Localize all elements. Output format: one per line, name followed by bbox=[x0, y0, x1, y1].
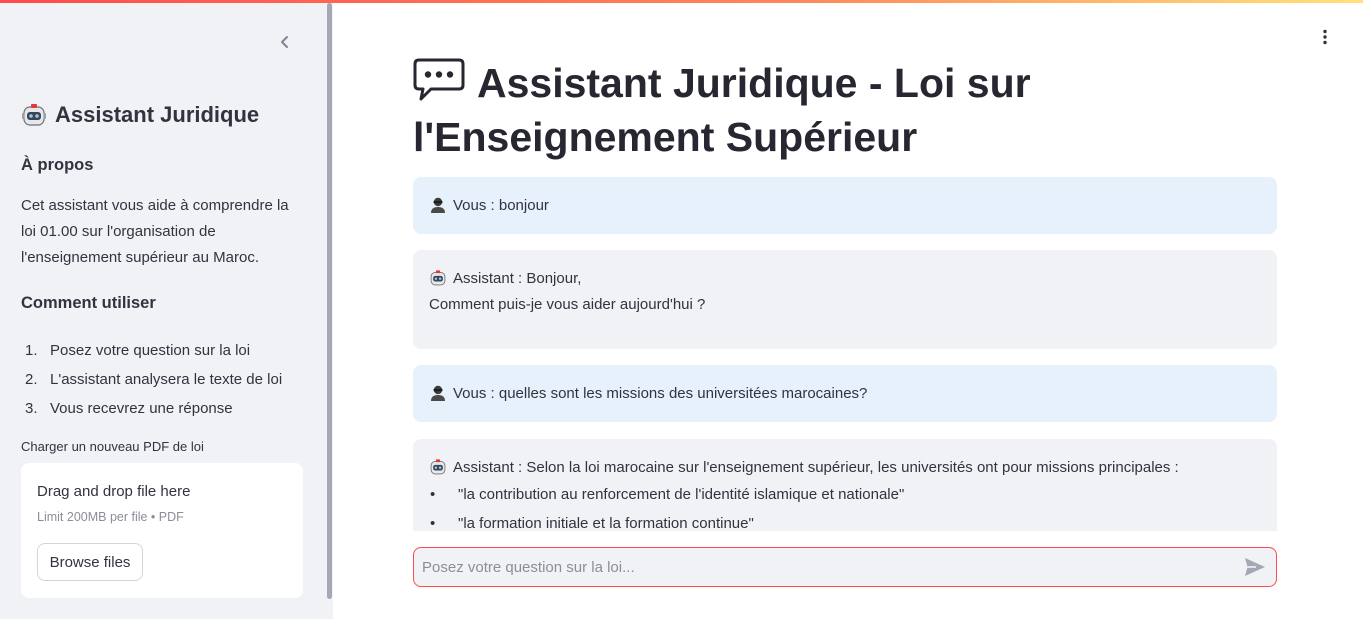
step-text: L'assistant analysera le texte de loi bbox=[50, 371, 283, 388]
bullet-dot: • bbox=[430, 515, 436, 531]
step-number: 2. bbox=[25, 371, 38, 388]
chat-message-user: Vous : quelles sont les missions des uni… bbox=[413, 365, 1277, 422]
sidebar-title: Assistant Juridique bbox=[21, 102, 259, 128]
message-text: Assistant : Bonjour, bbox=[453, 269, 582, 287]
page-title-text: Assistant Juridique - Loi sur l'Enseigne… bbox=[413, 60, 1031, 160]
step-text: Posez votre question sur la loi bbox=[50, 342, 251, 359]
chat-message-assistant: Assistant : Bonjour, Comment puis-je vou… bbox=[413, 250, 1277, 349]
chevron-left-icon[interactable] bbox=[276, 33, 294, 51]
speech-bubble-icon bbox=[413, 58, 465, 101]
howto-steps: 1. Posez votre question sur la loi 2. L'as… bbox=[21, 336, 282, 423]
howto-heading: Comment utiliser bbox=[21, 294, 156, 312]
sidebar: Assistant Juridique À propos Cet assista… bbox=[0, 3, 333, 619]
dropzone-limit: Limit 200MB per file • PDF bbox=[37, 510, 184, 524]
message-text: Assistant : Selon la loi marocaine sur l… bbox=[453, 458, 1179, 476]
upload-label: Charger un nouveau PDF de loi bbox=[21, 439, 204, 454]
chat-scroll-clip: Assistant : Selon la loi marocaine sur l… bbox=[413, 439, 1277, 531]
sidebar-title-text: Assistant Juridique bbox=[55, 102, 260, 127]
page-title: Assistant Juridique - Loi sur l'Enseigne… bbox=[413, 56, 1113, 164]
send-icon[interactable] bbox=[1244, 557, 1266, 577]
about-heading: À propos bbox=[21, 156, 94, 174]
list-item: • "la contribution au renforcement de l'i… bbox=[429, 480, 1261, 509]
robot-icon bbox=[430, 270, 446, 286]
sidebar-scrollbar[interactable] bbox=[327, 3, 332, 599]
about-text: Cet assistant vous aide à comprendre la … bbox=[21, 197, 289, 266]
step-text: Vous recevrez une réponse bbox=[50, 400, 233, 417]
dropzone-title: Drag and drop file here bbox=[37, 483, 191, 500]
message-text: Vous : quelles sont les missions des uni… bbox=[453, 384, 868, 402]
browse-files-button[interactable]: Browse files bbox=[37, 543, 143, 581]
chat-message-assistant: Assistant : Selon la loi marocaine sur l… bbox=[413, 439, 1277, 531]
chat-input-container bbox=[413, 547, 1277, 587]
chat-input[interactable] bbox=[422, 548, 1232, 586]
message-text: Vous : bonjour bbox=[453, 196, 549, 214]
bullet-text: "la formation initiale et la formation c… bbox=[458, 515, 754, 531]
list-item: 1. Posez votre question sur la loi bbox=[21, 336, 282, 365]
list-item: 2. L'assistant analysera le texte de loi bbox=[21, 365, 282, 394]
step-number: 1. bbox=[25, 342, 38, 359]
bullet-text: "la contribution au renforcement de l'id… bbox=[458, 486, 905, 503]
list-item: • "la formation initiale et la formation … bbox=[429, 509, 1261, 531]
message-text: Comment puis-je vous aider aujourd'hui ? bbox=[429, 295, 706, 313]
list-item: 3. Vous recevrez une réponse bbox=[21, 394, 282, 423]
step-number: 3. bbox=[25, 400, 38, 417]
robot-icon bbox=[22, 104, 46, 126]
person-icon bbox=[431, 197, 445, 213]
chat-message-user: Vous : bonjour bbox=[413, 177, 1277, 234]
bullet-dot: • bbox=[430, 486, 436, 503]
file-dropzone[interactable]: Drag and drop file here Limit 200MB per … bbox=[21, 463, 303, 598]
robot-icon bbox=[430, 459, 446, 475]
kebab-menu-icon[interactable] bbox=[1316, 28, 1334, 46]
person-icon bbox=[431, 385, 445, 401]
